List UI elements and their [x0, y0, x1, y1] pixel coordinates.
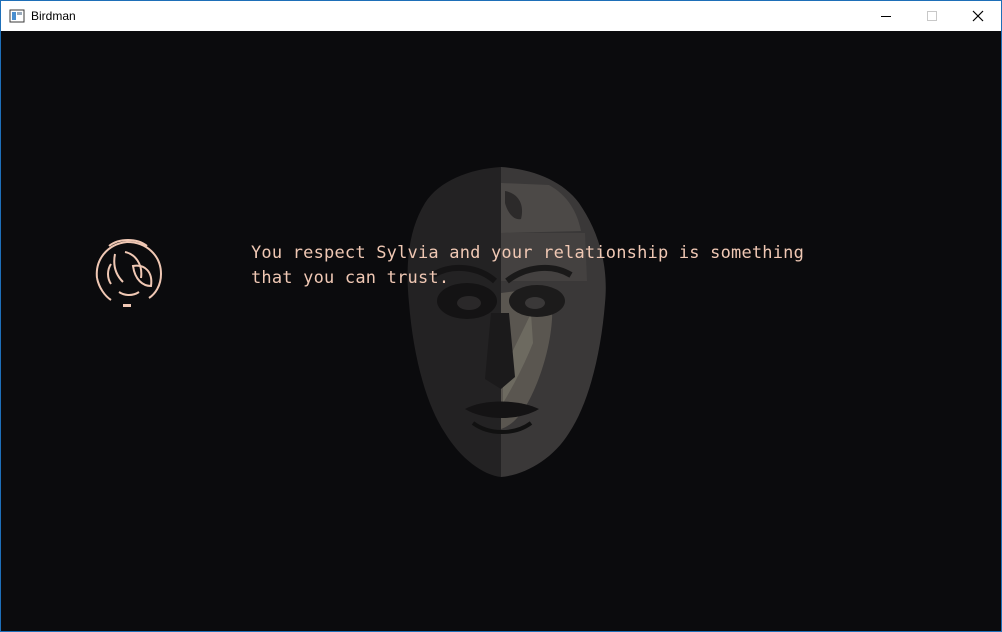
app-window: Birdman You respect Sylvia and your rela… — [0, 0, 1002, 632]
minimize-button[interactable] — [863, 1, 909, 31]
dialogue-line-2: that you can trust. — [251, 268, 450, 288]
close-icon — [972, 10, 984, 22]
window-title: Birdman — [31, 9, 76, 23]
minimize-icon — [881, 16, 891, 17]
app-icon — [9, 9, 25, 23]
window-controls — [863, 1, 1001, 31]
mask-face-art — [407, 167, 606, 477]
character-portrait — [95, 239, 163, 307]
dialogue-line-1: You respect Sylvia and your relationship… — [251, 243, 805, 263]
maximize-button[interactable] — [909, 1, 955, 31]
maximize-icon — [927, 11, 937, 21]
title-bar[interactable]: Birdman — [1, 1, 1001, 31]
dialogue-box: You respect Sylvia and your relationship… — [251, 241, 891, 291]
game-viewport[interactable]: You respect Sylvia and your relationship… — [1, 31, 1001, 631]
close-button[interactable] — [955, 1, 1001, 31]
